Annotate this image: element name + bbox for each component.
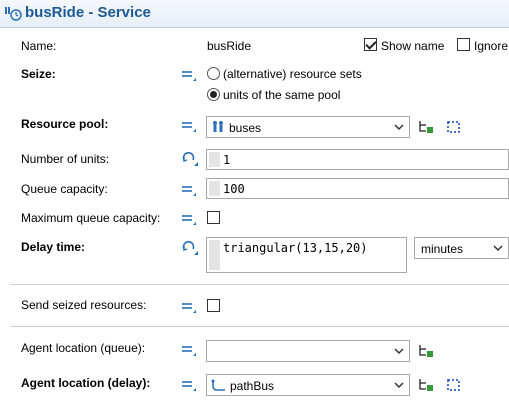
select-on-canvas-icon[interactable] bbox=[446, 119, 462, 135]
field-gutter bbox=[209, 240, 220, 270]
name-label: Name: bbox=[21, 39, 57, 53]
static-value-icon[interactable] bbox=[181, 343, 197, 357]
static-value-icon[interactable] bbox=[181, 119, 197, 133]
agent-location-delay-combo[interactable]: pathBus bbox=[206, 374, 410, 396]
static-value-icon[interactable] bbox=[181, 183, 197, 197]
static-value-icon[interactable] bbox=[181, 68, 197, 82]
static-value-icon[interactable] bbox=[181, 378, 197, 392]
section-divider bbox=[10, 326, 509, 327]
seize-option-same-pool-label: units of the same pool bbox=[223, 88, 341, 102]
ignore-checkbox[interactable] bbox=[457, 38, 470, 51]
chevron-down-icon bbox=[394, 348, 404, 355]
show-name-checkbox[interactable] bbox=[364, 38, 377, 51]
number-of-units-field[interactable]: 1 bbox=[206, 149, 509, 170]
queue-capacity-label: Queue capacity: bbox=[21, 182, 108, 196]
field-gutter bbox=[209, 152, 220, 167]
agent-location-delay-label: Agent location (delay): bbox=[21, 376, 151, 390]
resource-pool-label: Resource pool: bbox=[21, 117, 109, 131]
send-seized-checkbox[interactable] bbox=[207, 299, 220, 312]
delay-time-field[interactable]: triangular(13,15,20) bbox=[206, 237, 407, 273]
delay-time-unit-value: minutes bbox=[421, 242, 464, 256]
resource-pool-value: buses bbox=[229, 121, 262, 135]
static-value-icon[interactable] bbox=[181, 300, 197, 314]
max-queue-capacity-label: Maximum queue capacity: bbox=[21, 211, 161, 225]
queue-capacity-value: 100 bbox=[223, 182, 245, 196]
ignore-label: Ignore bbox=[474, 39, 509, 53]
number-of-units-value: 1 bbox=[223, 153, 231, 167]
create-new-icon[interactable] bbox=[418, 343, 434, 359]
max-queue-capacity-checkbox[interactable] bbox=[207, 211, 220, 224]
number-of-units-label: Number of units: bbox=[21, 152, 110, 166]
delay-time-value: triangular(13,15,20) bbox=[223, 241, 368, 255]
panel-title: busRide - Service bbox=[25, 4, 151, 21]
agent-location-queue-label: Agent location (queue): bbox=[21, 341, 146, 355]
dynamic-value-icon[interactable] bbox=[181, 151, 199, 167]
dynamic-value-icon[interactable] bbox=[181, 240, 199, 256]
agent-location-queue-combo[interactable] bbox=[206, 340, 410, 362]
resource-pool-icon bbox=[213, 121, 223, 132]
chevron-down-icon bbox=[493, 245, 503, 252]
seize-option-resource-sets-radio[interactable] bbox=[207, 67, 220, 80]
resource-pool-combo[interactable]: buses bbox=[206, 116, 410, 138]
chevron-down-icon bbox=[394, 124, 404, 131]
path-icon bbox=[211, 379, 225, 391]
name-value[interactable]: busRide bbox=[207, 39, 251, 53]
static-value-icon[interactable] bbox=[181, 212, 197, 226]
service-block-icon bbox=[5, 7, 22, 21]
create-new-icon[interactable] bbox=[418, 119, 434, 135]
agent-location-delay-value: pathBus bbox=[230, 379, 275, 393]
create-new-icon[interactable] bbox=[418, 377, 434, 393]
delay-time-label: Delay time: bbox=[21, 240, 86, 254]
delay-time-unit-combo[interactable]: minutes bbox=[414, 237, 509, 259]
seize-option-resource-sets-label: (alternative) resource sets bbox=[223, 67, 362, 81]
section-divider bbox=[10, 284, 509, 285]
show-name-label: Show name bbox=[381, 39, 445, 53]
chevron-down-icon bbox=[394, 382, 404, 389]
seize-label: Seize: bbox=[21, 67, 56, 81]
send-seized-label: Send seized resources: bbox=[21, 298, 147, 312]
field-gutter bbox=[209, 181, 220, 196]
properties-title-bar: busRide - Service bbox=[0, 0, 509, 28]
seize-option-same-pool-radio[interactable] bbox=[207, 88, 220, 101]
queue-capacity-field[interactable]: 100 bbox=[206, 178, 509, 199]
select-on-canvas-icon[interactable] bbox=[446, 377, 462, 393]
